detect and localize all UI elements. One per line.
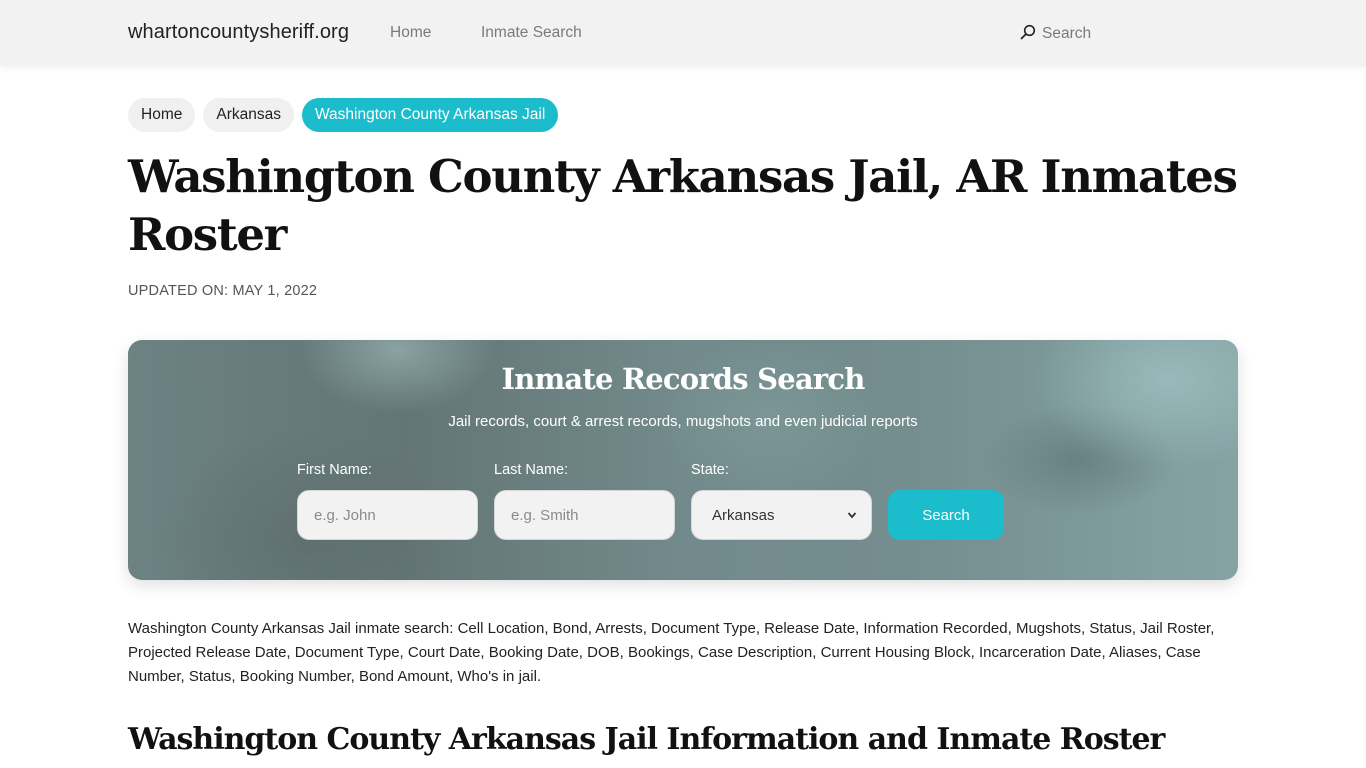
- search-card-title: Inmate Records Search: [501, 362, 865, 396]
- breadcrumb-arkansas[interactable]: Arkansas: [203, 98, 294, 132]
- site-brand-link[interactable]: whartoncountysheriff.org: [128, 21, 349, 44]
- search-icon: [1020, 24, 1036, 45]
- first-name-label: First Name:: [297, 462, 372, 478]
- section-title: Washington County Arkansas Jail Informat…: [128, 722, 1165, 757]
- last-name-input[interactable]: [494, 490, 675, 540]
- page-description: Washington County Arkansas Jail inmate s…: [128, 620, 1215, 685]
- state-label: State:: [691, 462, 729, 478]
- header-search-button[interactable]: Search: [1020, 23, 1091, 45]
- breadcrumb-current[interactable]: Washington County Arkansas Jail: [301, 98, 559, 132]
- inmate-search-card: Inmate Records Search Jail records, cour…: [128, 340, 1238, 580]
- state-select[interactable]: Arkansas: [691, 490, 872, 540]
- breadcrumb: Home Arkansas Washington County Arkansas…: [128, 98, 559, 132]
- nav-inmate-search-link[interactable]: Inmate Search: [481, 24, 582, 42]
- chevron-down-icon: [847, 507, 857, 524]
- nav-home-link[interactable]: Home: [390, 24, 431, 42]
- search-submit-button[interactable]: Search: [888, 490, 1004, 540]
- last-name-label: Last Name:: [494, 462, 569, 478]
- breadcrumb-home[interactable]: Home: [128, 98, 196, 132]
- site-header: whartoncountysheriff.org Home Inmate Sea…: [0, 0, 1366, 66]
- search-card-subtitle: Jail records, court & arrest records, mu…: [448, 413, 918, 430]
- page-title: Washington County Arkansas Jail, AR Inma…: [128, 150, 1238, 261]
- header-search-label: Search: [1042, 25, 1092, 42]
- updated-date: UPDATED ON: MAY 1, 2022: [128, 283, 318, 299]
- state-selected-value: Arkansas: [712, 506, 775, 524]
- first-name-input[interactable]: [297, 490, 478, 540]
